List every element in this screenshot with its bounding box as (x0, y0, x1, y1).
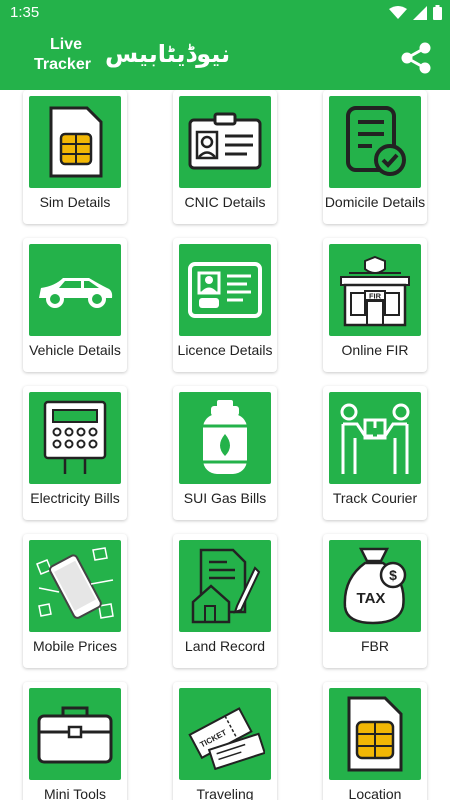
tile-electricity-bills[interactable]: Electricity Bills (23, 386, 127, 520)
mobile-phone-icon (36, 547, 114, 619)
police-station-icon: FIR (340, 255, 410, 327)
tax-text: TAX (357, 590, 386, 607)
tile-icon-bg: TAX $ (329, 540, 421, 632)
status-icons (389, 5, 442, 20)
toolbox-icon (37, 706, 113, 764)
tile-label: Mobile Prices (32, 638, 118, 654)
tile-icon-bg (29, 392, 121, 484)
tile-label: Mini Tools (44, 786, 106, 800)
tile-domicile-details[interactable]: Domicile Details (323, 90, 427, 224)
tile-icon-bg (179, 96, 271, 188)
status-bar: 1:35 (0, 0, 450, 26)
tile-label: SUI Gas Bills (183, 490, 267, 506)
tile-label: Online FIR (341, 342, 409, 358)
status-time: 1:35 (10, 4, 40, 21)
tile-online-fir[interactable]: FIR Online FIR (323, 238, 427, 372)
tile-icon-bg (329, 96, 421, 188)
tile-label: Electricity Bills (30, 490, 120, 506)
app-title-line1: Live (49, 36, 82, 53)
sim-card-icon (49, 106, 103, 178)
electric-meter-icon (43, 400, 107, 474)
app-bar: Live Tracker نیوڈیٹابیس (0, 26, 450, 90)
app-urdu-title: نیوڈیٹابیس (105, 40, 231, 68)
svg-text:$: $ (389, 567, 397, 583)
tile-track-courier[interactable]: Track Courier (323, 386, 427, 520)
tile-licence-details[interactable]: Licence Details (173, 238, 277, 372)
tax-bag-icon: TAX $ (343, 547, 407, 625)
tile-icon-bg: TICKET (179, 688, 271, 780)
tile-label: Sim Details (39, 194, 111, 210)
tile-label: Land Record (184, 638, 266, 654)
gas-cylinder-icon (203, 400, 247, 474)
tile-cnic-details[interactable]: CNIC Details (173, 90, 277, 224)
tile-vehicle-details[interactable]: Vehicle Details (23, 238, 127, 372)
tile-icon-bg (179, 392, 271, 484)
sim-chip-icon (347, 696, 403, 772)
tile-label: Traveling (196, 786, 254, 800)
land-record-icon (191, 548, 261, 624)
tile-label: Track Courier (332, 490, 418, 506)
id-card-icon (188, 112, 262, 170)
tile-mobile-prices[interactable]: Mobile Prices (23, 534, 127, 668)
tile-fbr[interactable]: TAX $ FBR (323, 534, 427, 668)
tile-sim-details[interactable]: Sim Details (23, 90, 127, 224)
tile-label: FBR (361, 638, 389, 654)
tile-label: Location (348, 786, 402, 800)
tile-label: Licence Details (177, 342, 273, 358)
tile-land-record[interactable]: Land Record (173, 534, 277, 668)
tile-icon-bg (29, 688, 121, 780)
wifi-icon (389, 5, 407, 19)
feature-grid: Sim Details CNIC Details Domicile Detail… (0, 90, 450, 800)
tile-icon-bg (179, 540, 271, 632)
tile-icon-bg (29, 244, 121, 336)
app-logo-text: Live Tracker (34, 35, 98, 75)
tile-traveling[interactable]: TICKET Traveling (173, 682, 277, 800)
tile-icon-bg (29, 540, 121, 632)
tile-sui-gas-bills[interactable]: SUI Gas Bills (173, 386, 277, 520)
tile-icon-bg (29, 96, 121, 188)
battery-icon (433, 5, 442, 20)
tile-label: Vehicle Details (29, 342, 121, 358)
document-check-icon (346, 106, 406, 176)
app-title-line2: Tracker (34, 56, 91, 73)
share-icon[interactable] (398, 40, 434, 76)
fir-sign-text: FIR (369, 292, 382, 301)
tile-icon-bg (179, 244, 271, 336)
tile-icon-bg: FIR (329, 244, 421, 336)
tile-label: Domicile Details (324, 194, 426, 210)
courier-handover-icon (340, 403, 410, 474)
tile-label: CNIC Details (184, 194, 266, 210)
signal-icon (413, 5, 427, 20)
tickets-icon: TICKET (188, 707, 265, 770)
tile-icon-bg (329, 688, 421, 780)
tile-mini-tools[interactable]: Mini Tools (23, 682, 127, 800)
tile-location[interactable]: Location (323, 682, 427, 800)
car-icon (39, 278, 113, 308)
licence-icon (188, 262, 262, 318)
tile-icon-bg (329, 392, 421, 484)
